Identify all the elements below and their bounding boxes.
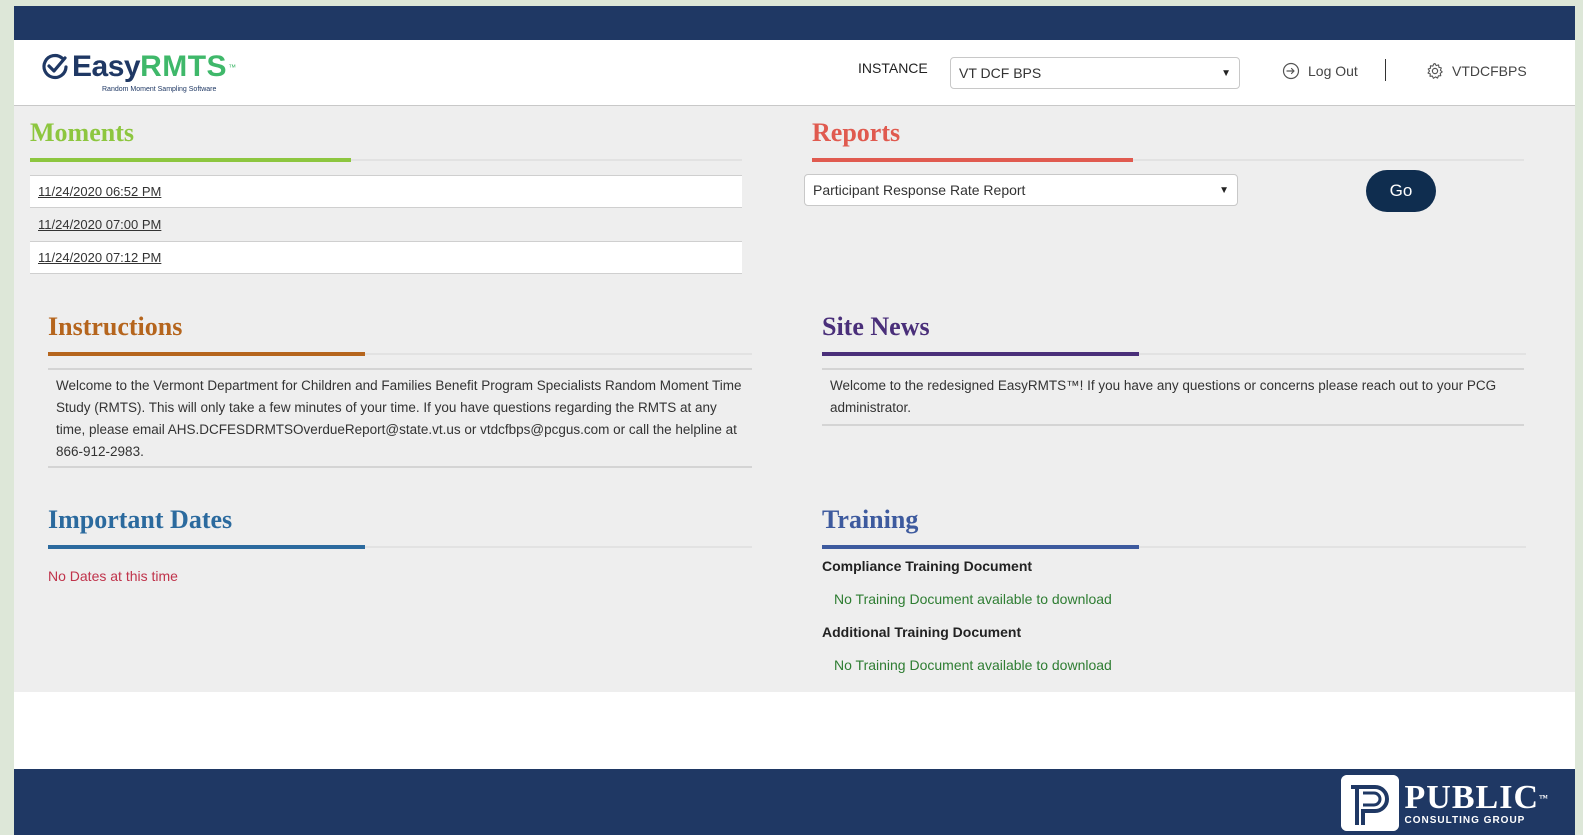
- logo-rmts-text: RMTS: [140, 50, 228, 83]
- moment-link-3[interactable]: 11/24/2020 07:12 PM: [30, 241, 742, 274]
- logo-tagline: Random Moment Sampling Software: [102, 86, 217, 93]
- report-select-value: Participant Response Rate Report: [813, 182, 1026, 198]
- site-news-title: Site News: [822, 312, 930, 341]
- logout-icon: [1282, 62, 1300, 80]
- moment-link-2[interactable]: 11/24/2020 07:00 PM: [30, 208, 742, 241]
- instance-select-value: VT DCF BPS: [959, 65, 1042, 81]
- header: Easy RMTS ™ Random Moment Sampling Softw…: [14, 40, 1575, 106]
- app-frame: Easy RMTS ™ Random Moment Sampling Softw…: [14, 6, 1575, 835]
- site-news-body: Welcome to the redesigned EasyRMTS™! If …: [822, 368, 1524, 426]
- pcg-trademark: ™: [1539, 792, 1549, 803]
- compliance-training-label: Compliance Training Document: [822, 558, 1033, 574]
- compliance-training-message: No Training Document available to downlo…: [834, 591, 1112, 607]
- chevron-down-icon: ▼: [1219, 184, 1229, 196]
- user-label: VTDCFBPS: [1452, 63, 1527, 79]
- pcg-subtext: CONSULTING GROUP: [1404, 814, 1526, 826]
- important-dates-title: Important Dates: [48, 505, 233, 534]
- logo-trademark: ™: [228, 62, 237, 72]
- logo-check-clock-icon: [42, 53, 68, 80]
- pcg-logo: PUBLIC™ CONSULTING GROUP: [1340, 775, 1549, 831]
- dashboard-content: Moments 11/24/2020 06:52 PM 11/24/2020 0…: [14, 106, 1575, 692]
- instructions-title: Instructions: [48, 312, 183, 341]
- chevron-down-icon: ▼: [1221, 67, 1231, 79]
- gear-icon: [1427, 62, 1443, 79]
- pcg-logo-icon: [1340, 775, 1399, 831]
- top-strip: [14, 6, 1575, 40]
- go-button[interactable]: Go: [1366, 170, 1436, 212]
- instance-select[interactable]: VT DCF BPS ▼: [950, 57, 1240, 89]
- training-title: Training: [822, 505, 919, 534]
- easyrmts-logo[interactable]: Easy RMTS ™ Random Moment Sampling Softw…: [40, 50, 240, 98]
- additional-training-message: No Training Document available to downlo…: [834, 657, 1112, 673]
- site-news-title-underline: [822, 352, 1526, 356]
- logout-link[interactable]: Log Out: [1282, 62, 1358, 80]
- reports-title: Reports: [812, 118, 901, 147]
- header-divider: [1385, 59, 1386, 81]
- pcg-public-text: PUBLIC: [1404, 778, 1539, 816]
- moment-link-1[interactable]: 11/24/2020 06:52 PM: [30, 175, 742, 208]
- logout-label: Log Out: [1308, 63, 1358, 79]
- additional-training-label: Additional Training Document: [822, 624, 1022, 640]
- important-dates-title-underline: [48, 545, 752, 549]
- moments-title-underline: [30, 158, 742, 162]
- logo-easy-text: Easy: [72, 50, 141, 83]
- instance-label: INSTANCE: [858, 60, 928, 76]
- training-title-underline: [822, 545, 1526, 549]
- report-select[interactable]: Participant Response Rate Report ▼: [804, 174, 1238, 206]
- no-dates-message: No Dates at this time: [48, 568, 178, 584]
- instructions-title-underline: [48, 352, 752, 356]
- user-settings-link[interactable]: VTDCFBPS: [1426, 62, 1527, 80]
- footer: PUBLIC™ CONSULTING GROUP: [14, 769, 1575, 835]
- moments-title: Moments: [30, 118, 134, 147]
- instructions-body: Welcome to the Vermont Department for Ch…: [48, 368, 752, 468]
- reports-title-underline: [812, 158, 1524, 162]
